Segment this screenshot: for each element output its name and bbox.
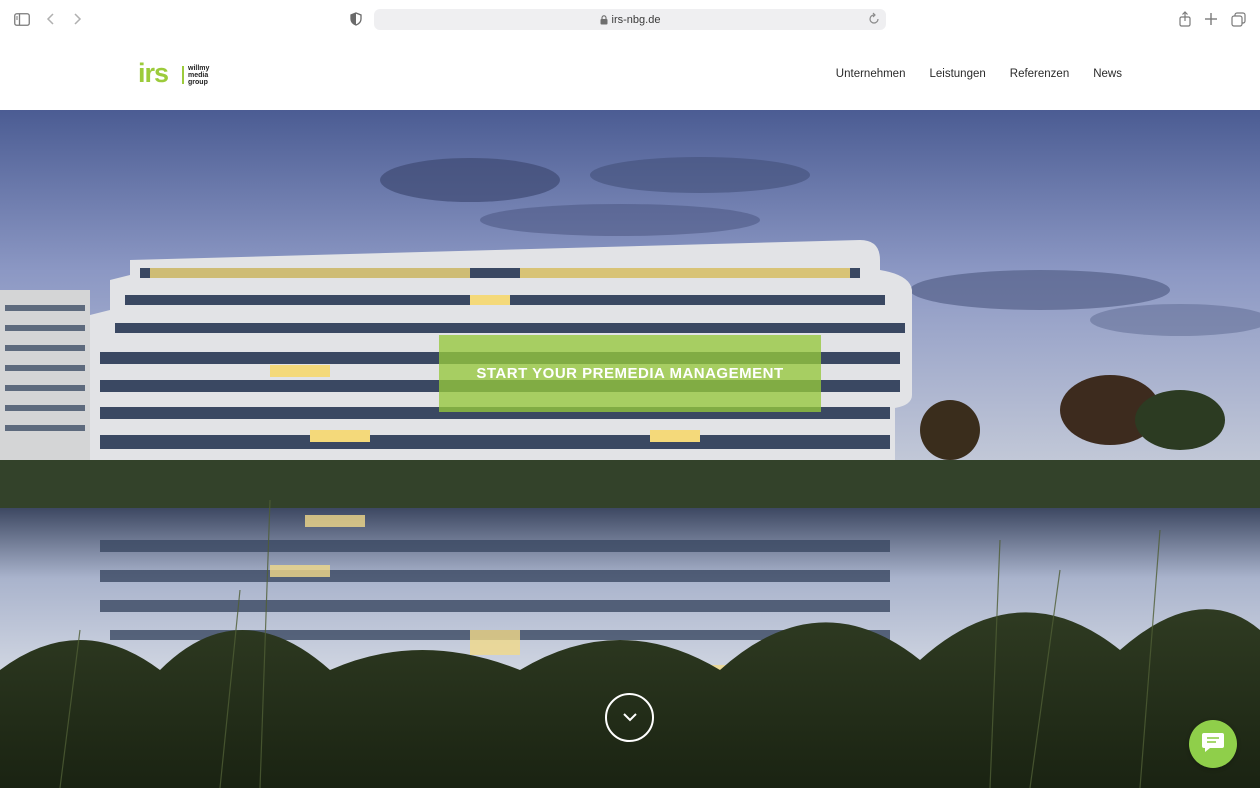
lock-icon	[600, 14, 608, 25]
logo-group-line: group	[188, 78, 208, 86]
start-premedia-cta-button[interactable]: START YOUR PREMEDIA MANAGEMENT	[439, 335, 821, 412]
chat-icon	[1201, 731, 1225, 758]
browser-toolbar: irs-nbg.de	[0, 0, 1260, 38]
forward-icon[interactable]	[72, 9, 82, 29]
logo-group-line: media	[188, 71, 209, 79]
hero-section: START YOUR PREMEDIA MANAGEMENT	[0, 110, 1260, 788]
irs-logo[interactable]: irs willmy media group	[138, 57, 209, 89]
address-bar[interactable]: irs-nbg.de	[374, 9, 886, 30]
back-icon[interactable]	[46, 9, 56, 29]
hero-background-image	[0, 110, 1260, 788]
tabs-icon[interactable]	[1231, 9, 1246, 29]
logo-group-text: willmy media group	[188, 65, 209, 86]
nav-item-unternehmen[interactable]: Unternehmen	[836, 68, 906, 80]
sidebar-icon[interactable]	[14, 9, 30, 29]
site-header: irs willmy media group Unternehmen Leist…	[0, 38, 1260, 110]
nav-item-referenzen[interactable]: Referenzen	[1010, 68, 1069, 80]
share-icon[interactable]	[1178, 9, 1192, 29]
shield-icon[interactable]	[350, 9, 362, 29]
logo-wordmark: irs	[138, 57, 169, 88]
logo-divider	[182, 66, 185, 84]
main-nav: Unternehmen Leistungen Referenzen News	[836, 68, 1122, 80]
reload-icon[interactable]	[868, 12, 880, 26]
url-text: irs-nbg.de	[611, 13, 661, 26]
logo-group-line: willmy	[188, 64, 210, 72]
chevron-down-icon	[622, 709, 638, 727]
nav-item-leistungen[interactable]: Leistungen	[929, 68, 985, 80]
new-tab-icon[interactable]	[1204, 9, 1218, 29]
chat-button[interactable]	[1189, 720, 1237, 768]
nav-item-news[interactable]: News	[1093, 68, 1122, 80]
scroll-down-button[interactable]	[605, 693, 654, 742]
